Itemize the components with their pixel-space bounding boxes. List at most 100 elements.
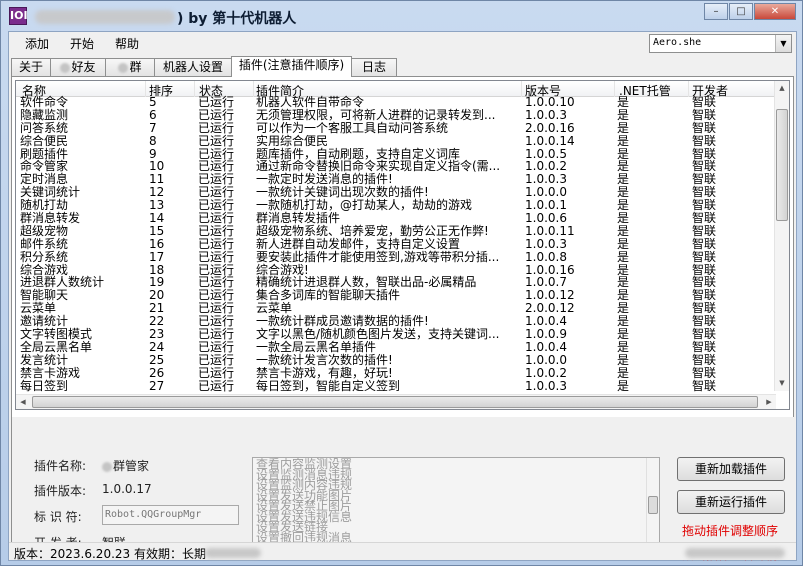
window-title: ) by 第十代机器人: [177, 11, 297, 27]
scroll-right-icon[interactable]: ▶: [762, 395, 776, 409]
plugin-table[interactable]: 名称 排序 状态 插件简介 版本号 .NET托管 开发者 软件命令 5 已运行 机器人…: [15, 80, 790, 410]
cell-desc: 一款随机打劫，@打劫某人，劫劫的游戏: [256, 198, 473, 213]
cell-desc: 新人进群自动发邮件，支持自定义设置: [256, 236, 461, 251]
cell-version: 1.0.0.3: [525, 172, 567, 187]
cell-order: 11: [149, 172, 165, 187]
cell-name: 关键词统计: [20, 185, 81, 200]
cell-desc: 一款统计群成员邀请数据的插件!: [256, 314, 429, 329]
cell-desc: 可以作为一个客服工具自动问答系统: [256, 120, 449, 135]
cell-status: 已运行: [198, 198, 235, 213]
cell-developer: 智联: [692, 327, 717, 342]
tab-plugins[interactable]: 插件(注意插件顺序): [231, 56, 352, 77]
cell-status: 已运行: [198, 327, 235, 342]
cell-net: 是: [617, 107, 630, 122]
cell-developer: 智联: [692, 133, 717, 148]
cell-version: 1.0.0.7: [525, 275, 567, 290]
cell-order: 17: [149, 249, 165, 264]
cell-order: 14: [149, 211, 165, 226]
cell-net: 是: [617, 365, 630, 380]
scroll-thumb[interactable]: [776, 109, 788, 221]
cell-developer: 智联: [692, 211, 717, 226]
cell-version: 1.0.0.14: [525, 133, 575, 148]
cell-net: 是: [617, 262, 630, 277]
title-bar[interactable]: IOI ) by 第十代机器人 – □ ✕: [1, 1, 802, 31]
cell-order: 6: [149, 107, 157, 122]
cell-name: 每日签到: [20, 378, 69, 393]
col-divider[interactable]: [688, 81, 689, 97]
cell-status: 已运行: [198, 301, 235, 316]
tab-log[interactable]: 日志: [351, 58, 397, 76]
col-divider[interactable]: [521, 81, 522, 97]
cell-version: 1.0.0.9: [525, 327, 567, 342]
cell-developer: 智联: [692, 339, 717, 354]
scroll-thumb[interactable]: [32, 396, 758, 408]
cell-status: 已运行: [198, 185, 235, 200]
cell-version: 2.0.0.12: [525, 301, 575, 316]
tab-label: 机器人设置: [162, 60, 223, 74]
scroll-thumb[interactable]: [648, 496, 658, 514]
cell-net: 是: [617, 95, 630, 109]
cell-net: 是: [617, 223, 630, 238]
tab-label: 关于: [18, 60, 43, 74]
minimize-button[interactable]: –: [704, 3, 728, 20]
cell-developer: 智联: [692, 185, 717, 200]
cell-status: 已运行: [198, 236, 235, 251]
cell-status: 已运行: [198, 365, 235, 380]
cell-order: 24: [149, 339, 165, 354]
cell-name: 软件命令: [20, 95, 69, 109]
col-divider[interactable]: [253, 81, 254, 97]
cell-name: 群消息转发: [20, 211, 81, 226]
cell-developer: 智联: [692, 172, 717, 187]
cell-status: 已运行: [198, 314, 235, 329]
theme-select-value: Aero.she: [653, 37, 702, 48]
cell-desc: 综合游戏!: [256, 262, 309, 277]
redacted-mark: [118, 62, 129, 73]
tab-robot-settings[interactable]: 机器人设置: [154, 58, 232, 76]
tab-about[interactable]: 关于: [11, 58, 51, 76]
plugin-id-field[interactable]: Robot.QQGroupMgr: [102, 505, 239, 525]
theme-select[interactable]: Aero.she ▼: [649, 34, 792, 53]
table-row[interactable]: 每日签到 27 已运行 每日签到，智能自定义签到 1.0.0.3 是 智联: [16, 378, 776, 394]
reload-plugins-button[interactable]: 重新加载插件: [677, 457, 785, 481]
maximize-button[interactable]: □: [729, 3, 753, 20]
col-divider[interactable]: [194, 81, 195, 97]
cell-status: 已运行: [198, 146, 235, 161]
cell-name: 问答系统: [20, 120, 69, 135]
scroll-left-icon[interactable]: ◀: [16, 395, 30, 409]
cell-net: 是: [617, 236, 630, 251]
scroll-down-icon[interactable]: ▼: [775, 376, 789, 391]
cell-developer: 智联: [692, 275, 717, 290]
tab-label: 插件(注意插件顺序): [238, 58, 345, 72]
cell-order: 8: [149, 133, 157, 148]
cell-version: 1.0.0.3: [525, 107, 567, 122]
cell-order: 10: [149, 159, 165, 174]
cell-version: 1.0.0.16: [525, 262, 575, 277]
title-redacted: [35, 10, 175, 24]
tab-groups[interactable]: 群: [105, 58, 155, 76]
cell-order: 20: [149, 288, 165, 303]
cell-version: 1.0.0.12: [525, 288, 575, 303]
table-horizontal-scrollbar[interactable]: ◀ ▶: [16, 394, 776, 409]
plugin-details: 插件名称: 群管家 插件版本: 1.0.0.17 标 识 符: Robot.QQ…: [12, 417, 795, 562]
scroll-up-icon[interactable]: ▲: [775, 81, 789, 96]
cell-status: 已运行: [198, 339, 235, 354]
chevron-down-icon[interactable]: ▼: [775, 35, 791, 52]
client-area: 添加 开始 帮助 Aero.she ▼ 关于 好友 群 机器人设置 插件(注意插…: [8, 31, 797, 562]
menu-start[interactable]: 开始: [70, 35, 94, 52]
tab-friends[interactable]: 好友: [50, 58, 106, 76]
close-button[interactable]: ✕: [754, 3, 796, 20]
cell-developer: 智联: [692, 262, 717, 277]
cell-status: 已运行: [198, 262, 235, 277]
rerun-plugins-button[interactable]: 重新运行插件: [677, 490, 785, 514]
cell-name: 全局云黑名单: [20, 339, 93, 354]
cell-net: 是: [617, 172, 630, 187]
table-vertical-scrollbar[interactable]: ▲ ▼: [774, 81, 789, 391]
cell-developer: 智联: [692, 236, 717, 251]
cell-name: 邀请统计: [20, 314, 69, 329]
cell-developer: 智联: [692, 95, 717, 109]
cell-desc: 要安装此插件才能使用签到,游戏等带积分插...: [256, 249, 500, 264]
cell-desc: 云菜单: [256, 301, 293, 316]
menu-help[interactable]: 帮助: [115, 35, 139, 52]
menu-add[interactable]: 添加: [25, 35, 49, 52]
plugin-name-label: 插件名称:: [34, 459, 87, 473]
